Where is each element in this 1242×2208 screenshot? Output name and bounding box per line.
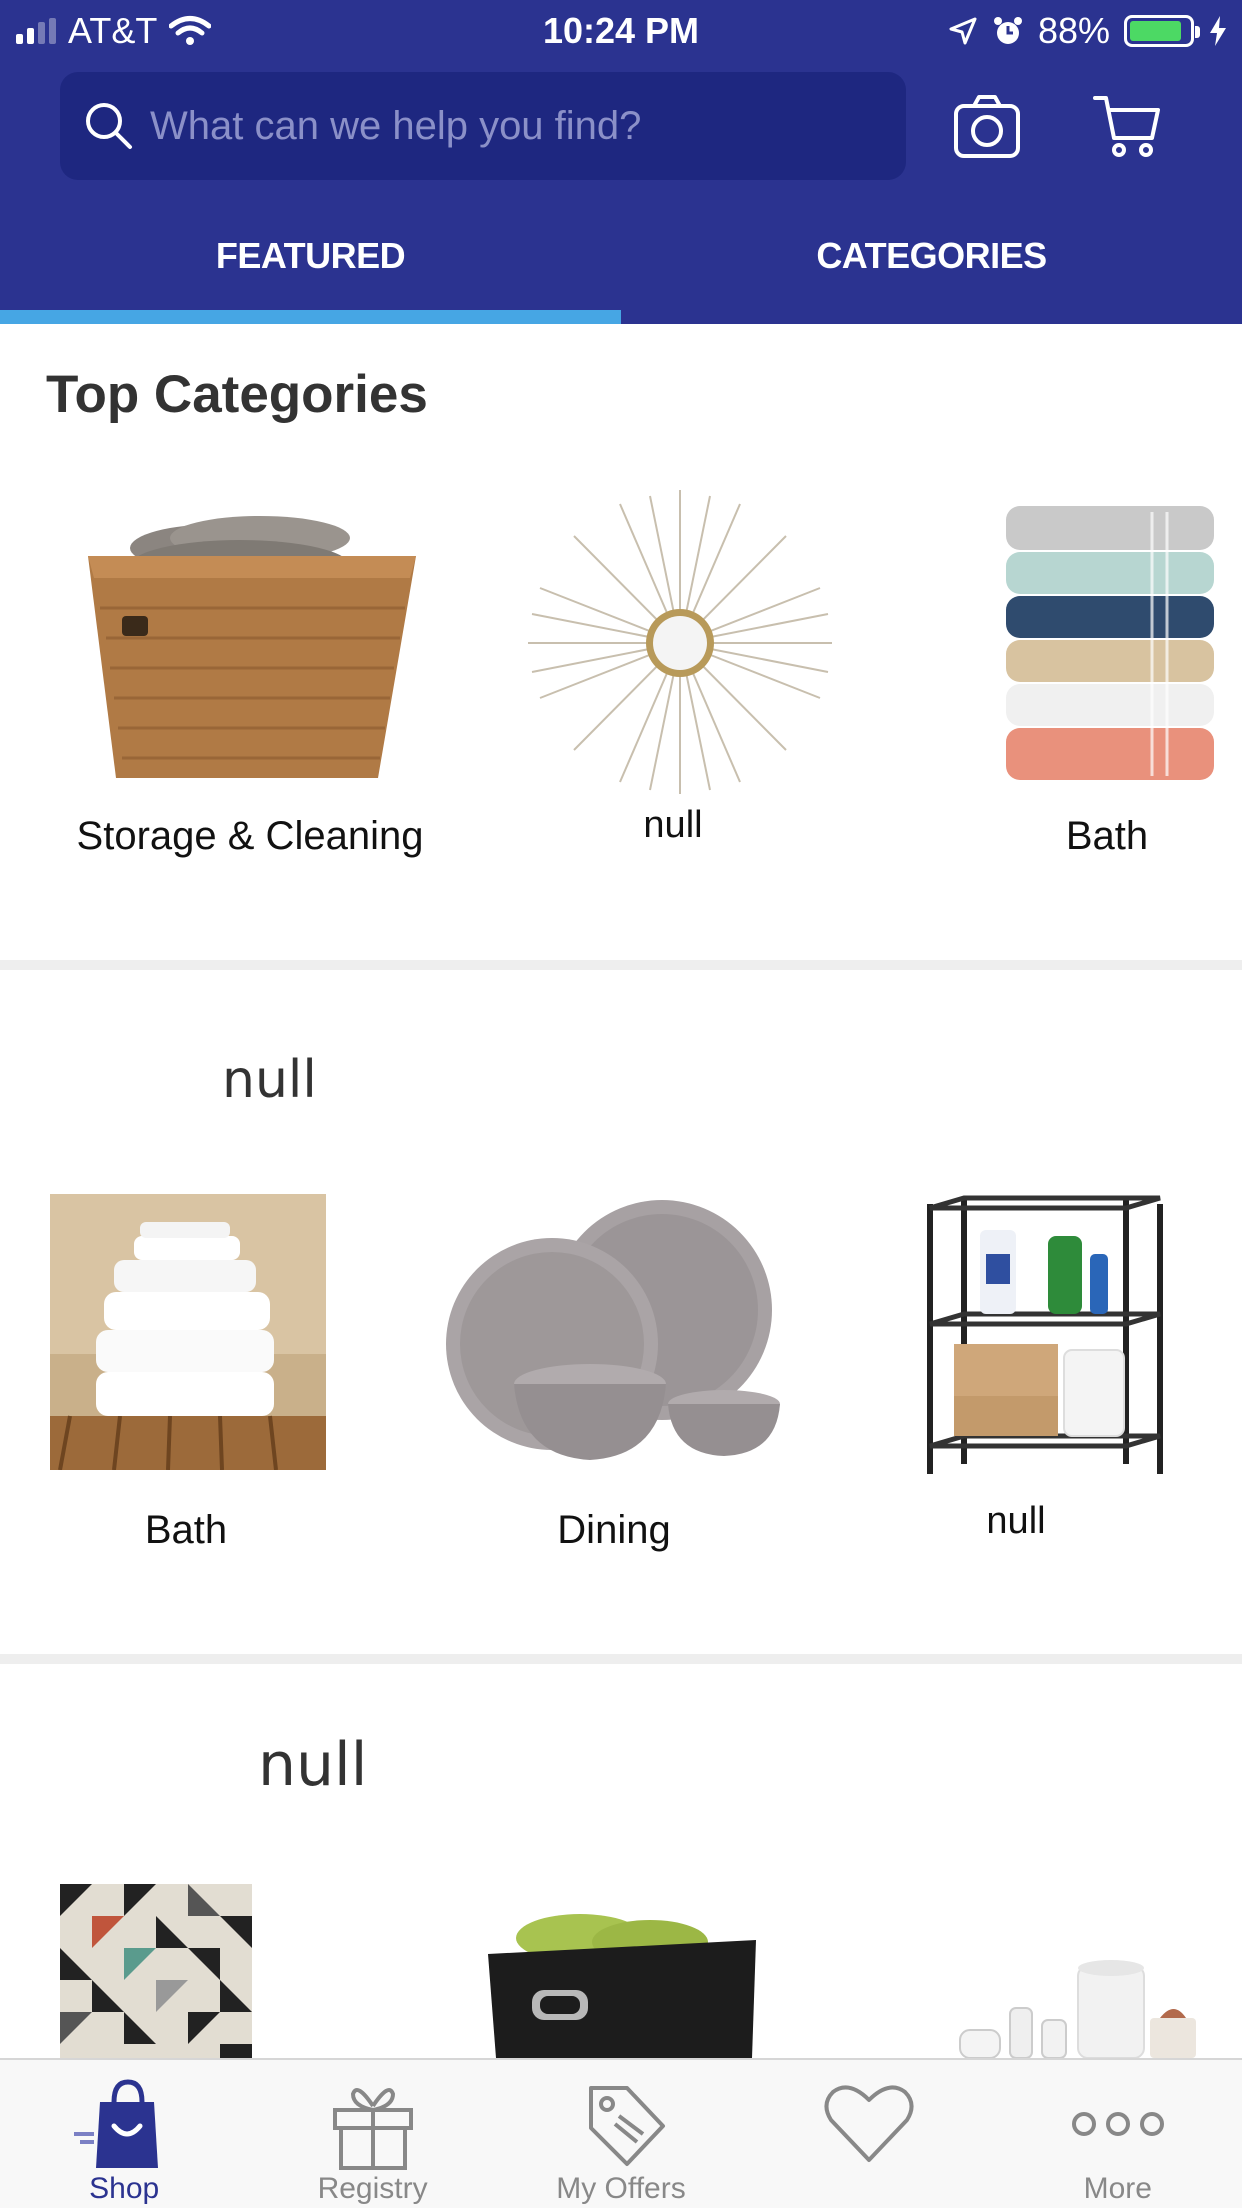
battery-icon [1124,15,1200,47]
tag-icon [588,2086,665,2166]
category-label: Bath [1065,814,1149,858]
bottom-tab-bar: Shop Registry My Offers More [0,2058,1242,2208]
nav-shop-label: Shop [89,2172,160,2205]
bath-accessories-image [959,1960,1196,2058]
battery-percent: 88% [1037,10,1110,51]
category-label: Dining [557,1508,671,1552]
nav-registry[interactable]: Registry [248,2060,496,2208]
status-bar: AT&T 10:24 PM 88% [0,0,1242,62]
tab-featured[interactable]: FEATURED [0,216,621,324]
tab-featured-label: FEATURED [215,235,406,276]
stacked-towels-image [1006,506,1214,780]
product-tile-storage-bin[interactable] [480,1908,760,2058]
category-label: Bath [144,1508,228,1552]
location-icon [949,17,977,45]
section-divider [0,960,1242,970]
camera-icon[interactable] [952,92,1022,160]
category-tile-shelving[interactable] [920,1194,1170,1484]
category-tile-bath-2[interactable] [50,1194,326,1470]
search-input[interactable] [150,103,870,149]
category-tile-mirror[interactable] [520,488,840,798]
tab-categories[interactable]: CATEGORIES [621,216,1242,324]
gift-icon [332,2088,413,2170]
section-title: null [222,1050,317,1110]
nav-more-label: More [1083,2172,1152,2205]
search-bar[interactable] [60,72,906,180]
category-label: null [643,804,703,846]
wire-shelving-image [927,1195,1163,1474]
battery-level [1130,21,1182,41]
sunburst-mirror-image [528,490,832,794]
section-title-top-categories: Top Categories [46,365,428,424]
storage-bin-image [488,1914,756,2058]
nav-my-offers-label: My Offers [556,2172,686,2205]
product-tile-bath-accessories[interactable] [950,1956,1210,2058]
search-icon [86,103,132,149]
category-label: null [986,1500,1046,1542]
tab-bar: FEATURED CATEGORIES [0,216,1242,324]
heart-icon [824,2085,914,2162]
white-towels-image [50,1194,326,1470]
geometric-rug-image [60,1884,252,2058]
category-label: Storage & Cleaning [76,814,424,858]
nav-more[interactable]: More [994,2060,1242,2208]
gray-dinnerware-image [446,1200,780,1460]
woven-basket-image [88,516,416,778]
more-dots-icon [1071,2112,1164,2136]
nav-favorites[interactable] [745,2060,993,2208]
nav-shop[interactable]: Shop [0,2060,248,2208]
section-title: null [258,1730,368,1800]
category-tile-storage-cleaning[interactable] [60,488,430,798]
nav-registry-label: Registry [317,2172,428,2205]
tab-active-indicator [0,310,621,324]
tab-categories-label: CATEGORIES [816,235,1047,276]
product-tile-rug[interactable] [60,1884,252,2058]
shopping-bag-icon [74,2079,159,2168]
nav-my-offers[interactable]: My Offers [497,2060,745,2208]
category-tile-bath[interactable] [1002,500,1242,790]
alarm-icon [993,17,1022,44]
section-divider [0,1654,1242,1664]
cart-icon[interactable] [1092,92,1162,160]
app-header: AT&T 10:24 PM 88% What can we help you f… [0,0,1242,324]
category-tile-dining[interactable] [440,1194,790,1470]
charging-icon [1210,16,1226,46]
status-right: 88% [948,10,1228,52]
